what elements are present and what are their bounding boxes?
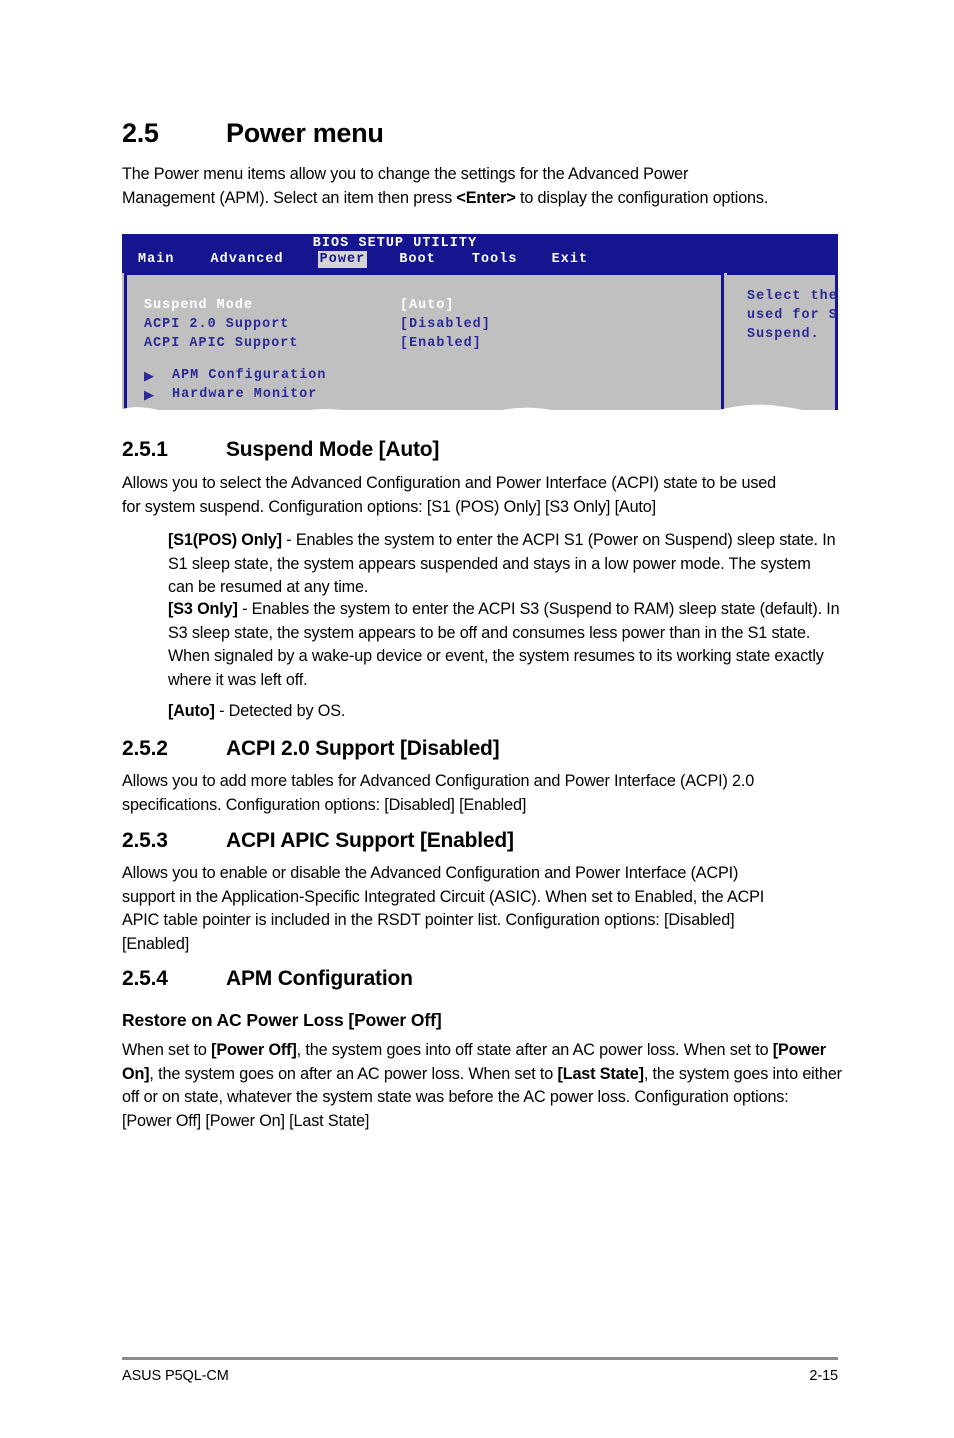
s254-p3: , the system goes on after an AC power l… <box>149 1064 558 1083</box>
subsection-title: ACPI 2.0 Support [Disabled] <box>226 737 500 760</box>
section-heading-2-5-3: 2.5.3 ACPI APIC Support [Enabled] <box>122 829 838 853</box>
intro-line-2-pre: Management (APM). Select an item then pr… <box>122 188 457 207</box>
s254-paragraph: When set to [Power Off], the system goes… <box>122 1039 842 1133</box>
bios-tab-advanced[interactable]: Advanced <box>209 251 286 268</box>
bios-item-label-acpi-20-support[interactable]: ACPI 2.0 Support <box>144 315 289 334</box>
s251-b3-term: [Auto] <box>168 702 215 720</box>
bios-item-value-acpi-apic-support[interactable]: [Enabled] <box>400 334 482 353</box>
bios-utility-title: BIOS SETUP UTILITY <box>312 236 478 251</box>
section-title: Power menu <box>226 118 384 148</box>
intro-line-2-post: to display the configuration options. <box>515 188 769 207</box>
s253-body-line-3: APIC table pointer is included in the RS… <box>122 911 735 929</box>
section-number: 2.5 <box>122 118 159 148</box>
bios-tab-main[interactable]: Main <box>136 251 177 268</box>
bios-tab-tools[interactable]: Tools <box>470 251 520 268</box>
s251-bullet-auto: [Auto] - Detected by OS. <box>168 700 840 724</box>
subsection-title: Suspend Mode [Auto] <box>226 438 440 461</box>
subsection-title: APM Configuration <box>226 967 413 990</box>
bios-help-line-1: Select the ACPI state <box>747 289 838 304</box>
s251-intro-paragraph: Allows you to select the Advanced Config… <box>122 472 847 519</box>
s251-b3-text: - Detected by OS. <box>214 702 346 720</box>
section-heading-2-5: 2.5 Power menu <box>122 118 838 149</box>
right-triangle-icon: ▶ <box>144 368 154 383</box>
subsection-number: 2.5.4 <box>122 967 168 990</box>
s254-p2: , the system goes into off state after a… <box>296 1041 773 1059</box>
bios-screenshot: BIOS SETUP UTILITY Main Advanced Power B… <box>122 234 838 410</box>
s251-b1-term: [S1(POS) Only] <box>168 531 282 549</box>
section-heading-2-5-2: 2.5.2 ACPI 2.0 Support [Disabled] <box>122 737 838 761</box>
bios-submenu-hardware-monitor[interactable]: Hardware Monitor <box>172 385 317 404</box>
bios-submenu-apm-configuration[interactable]: APM Configuration <box>172 366 326 385</box>
s251-b2-text: - Enables the system to enter the ACPI S… <box>168 600 840 689</box>
footer-page-number: 2-15 <box>809 1368 838 1384</box>
bios-help-line-2: used for System <box>747 308 838 323</box>
s253-body-line-1: Allows you to enable or disable the Adva… <box>122 864 739 882</box>
section-heading-2-5-4: 2.5.4 APM Configuration <box>122 967 838 991</box>
s252-body-line-1: Allows you to add more tables for Advanc… <box>122 772 755 790</box>
s252-paragraph: Allows you to add more tables for Advanc… <box>122 770 847 817</box>
bios-tab-boot[interactable]: Boot <box>397 251 438 268</box>
bios-menu-tabbar: Main Advanced Power Boot Tools Exit <box>136 251 590 268</box>
bios-item-value-acpi-20-support[interactable]: [Disabled] <box>400 315 491 334</box>
subsection-number: 2.5.2 <box>122 737 168 760</box>
intro-line-1: The Power menu items allow you to change… <box>122 165 689 183</box>
s254-setting-heading: Restore on AC Power Loss [Power Off] <box>122 1010 442 1030</box>
s253-body-line-4: [Enabled] <box>122 934 190 953</box>
subsection-number: 2.5.1 <box>122 438 168 461</box>
document-page: 2.5 Power menu The Power menu items allo… <box>0 0 954 1438</box>
s254-power-off-bold: [Power Off] <box>211 1041 297 1059</box>
bios-body: Suspend Mode ACPI 2.0 Support ACPI APIC … <box>122 270 838 410</box>
s251-body-line-2: for system suspend. Configuration option… <box>122 497 656 516</box>
s251-b2-term: [S3 Only] <box>168 600 238 618</box>
s251-bullet-s1pos: [S1(POS) Only] - Enables the system to e… <box>168 529 840 600</box>
footer-divider <box>122 1357 838 1360</box>
s254-last-state-bold: [Last State] <box>557 1064 644 1083</box>
s253-body-line-2: support in the Application-Specific Inte… <box>122 887 765 906</box>
bios-item-value-suspend-mode[interactable]: [Auto] <box>400 296 455 315</box>
bios-help-line-3: Suspend. <box>747 327 820 342</box>
s254-p1: When set to <box>122 1041 212 1059</box>
s251-body-line-1: Allows you to select the Advanced Config… <box>122 474 777 492</box>
bios-header-bar: BIOS SETUP UTILITY Main Advanced Power B… <box>122 234 838 270</box>
section-heading-2-5-1: 2.5.1 Suspend Mode [Auto] <box>122 438 838 462</box>
s252-body-line-2: specifications. Configuration options: [… <box>122 795 527 814</box>
bios-tab-exit[interactable]: Exit <box>550 251 591 268</box>
subsection-title: ACPI APIC Support [Enabled] <box>226 829 514 852</box>
bios-tab-power[interactable]: Power <box>317 251 368 268</box>
section-intro-paragraph: The Power menu items allow you to change… <box>122 163 842 210</box>
subsection-number: 2.5.3 <box>122 829 168 852</box>
right-triangle-icon: ▶ <box>144 387 154 402</box>
s253-paragraph: Allows you to enable or disable the Adva… <box>122 862 847 956</box>
bios-body-surface: Suspend Mode ACPI 2.0 Support ACPI APIC … <box>122 270 838 410</box>
enter-key-bold: <Enter> <box>456 188 516 207</box>
s251-bullet-s3only: [S3 Only] - Enables the system to enter … <box>168 598 842 692</box>
bios-item-label-suspend-mode[interactable]: Suspend Mode <box>144 296 253 315</box>
bios-item-label-acpi-apic-support[interactable]: ACPI APIC Support <box>144 334 298 353</box>
